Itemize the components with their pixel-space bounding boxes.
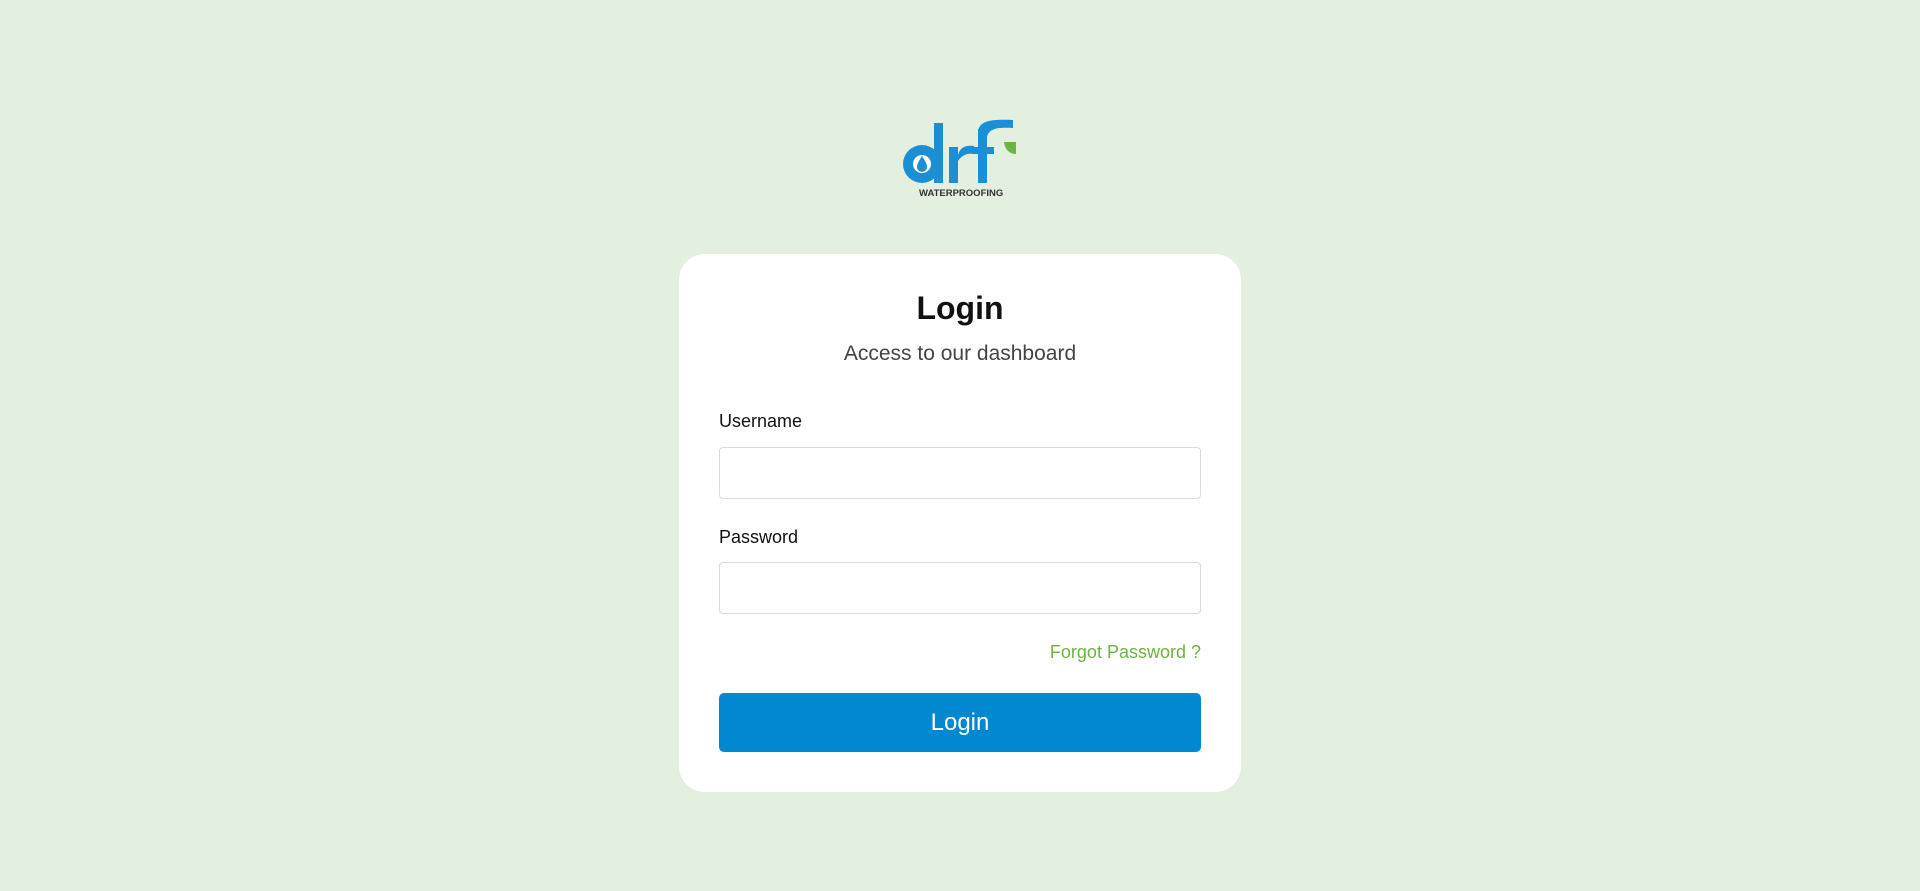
login-card: Login Access to our dashboard Username P…: [679, 254, 1241, 792]
password-label: Password: [719, 527, 799, 547]
logo-tagline: WATERPROOFING: [919, 188, 1003, 199]
login-subtitle: Access to our dashboard: [843, 342, 1077, 365]
username-label: Username: [719, 411, 803, 431]
username-input[interactable]: [719, 447, 1201, 499]
password-input[interactable]: [719, 562, 1201, 614]
forgot-password-link[interactable]: Forgot Password ?: [1050, 643, 1201, 661]
login-title: Login: [916, 290, 1004, 326]
login-button[interactable]: Login: [719, 693, 1201, 752]
drf-waterproofing-logo: WATERPROOFING: [900, 117, 1020, 201]
